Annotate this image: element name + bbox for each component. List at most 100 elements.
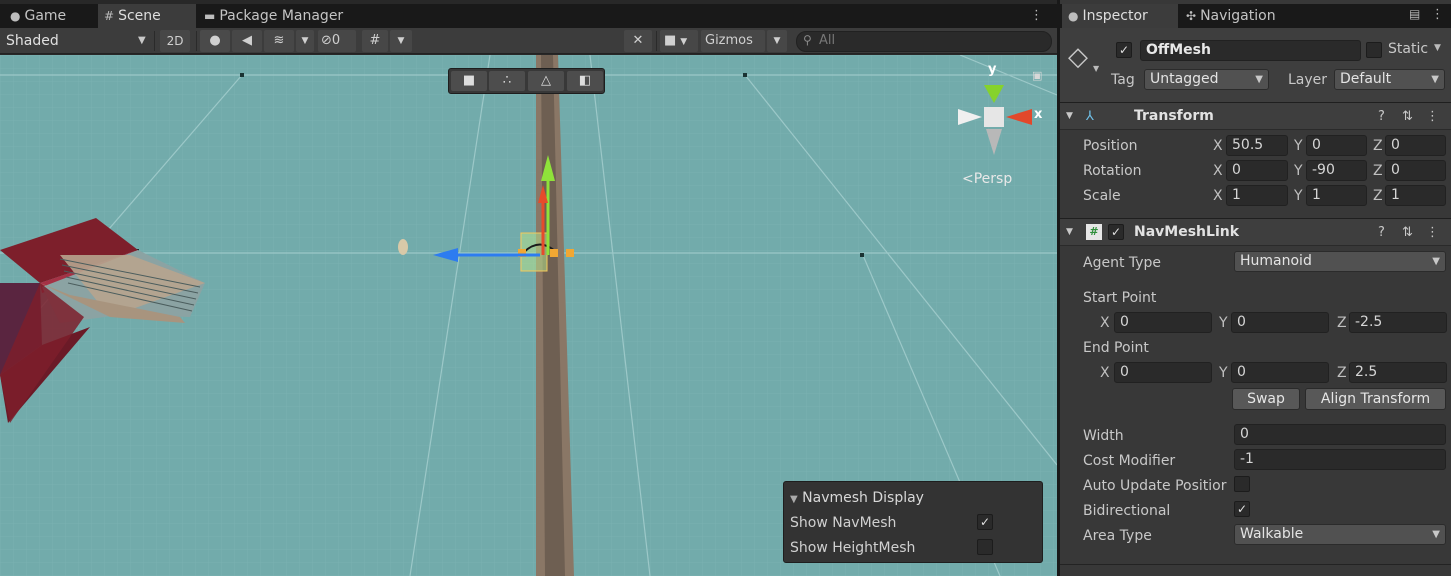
tab-navigation[interactable]: ✣ Navigation: [1180, 4, 1298, 28]
tag-label: Tag: [1111, 72, 1135, 88]
search-icon: ⚲: [803, 33, 812, 47]
chevron-down-icon: ▼: [1431, 74, 1439, 85]
chevron-down-icon: ▼: [1432, 256, 1440, 267]
preset-icon[interactable]: ⇅: [1402, 109, 1413, 124]
help-icon[interactable]: ?: [1378, 225, 1385, 240]
package-icon: ▬: [204, 9, 216, 23]
static-checkbox[interactable]: [1366, 42, 1382, 58]
chevron-down-icon[interactable]: ▼: [1093, 64, 1099, 73]
tab-inspector[interactable]: ● Inspector: [1062, 4, 1178, 28]
scale-z-field[interactable]: 1: [1385, 185, 1446, 206]
object-name-field[interactable]: OffMesh: [1140, 40, 1361, 61]
scene-panel: ● Game # Scene ▬ Package Manager ⋮ Shaded ▼…: [0, 0, 1057, 576]
layers-icon: ≋: [273, 33, 285, 48]
chevron-down-icon: ▼: [1255, 74, 1263, 85]
end-x-field[interactable]: 0: [1114, 362, 1212, 383]
end-z-field[interactable]: 2.5: [1349, 362, 1447, 383]
effects-dropdown-button[interactable]: ▼: [296, 30, 314, 52]
grid-dropdown-button[interactable]: ▼: [390, 30, 412, 52]
persp-label[interactable]: <Persp: [962, 171, 1012, 187]
lock-icon[interactable]: ▤: [1409, 7, 1420, 21]
lighting-toggle-button[interactable]: ●: [200, 30, 230, 52]
chevron-down-icon: ▼: [680, 37, 688, 47]
layer-label: Layer: [1288, 72, 1328, 88]
gizmo-x-label: x: [1034, 107, 1043, 122]
tab-game[interactable]: ● Game: [4, 4, 96, 28]
camera-settings-button[interactable]: ■ ▼: [660, 30, 698, 52]
more-options-icon[interactable]: ⋮: [1426, 225, 1439, 240]
position-x-field[interactable]: 50.5: [1226, 135, 1288, 156]
position-z-field[interactable]: 0: [1385, 135, 1446, 156]
tag-dropdown[interactable]: Untagged ▼: [1144, 69, 1269, 90]
area-type-dropdown[interactable]: Walkable ▼: [1234, 524, 1446, 545]
editor-tab-bar: ● Game # Scene ▬ Package Manager ⋮: [0, 4, 1057, 28]
chevron-down-icon: ▼: [397, 36, 405, 46]
help-icon[interactable]: ?: [1378, 109, 1385, 124]
2d-toggle-button[interactable]: 2D: [160, 30, 190, 52]
overlay-header[interactable]: ▼ Navmesh Display: [790, 490, 924, 506]
align-transform-button[interactable]: Align Transform: [1305, 388, 1446, 410]
grid-toggle-button[interactable]: #: [362, 30, 388, 52]
more-options-icon[interactable]: ⋮: [1030, 8, 1043, 23]
chevron-down-icon: ▼: [1432, 529, 1440, 540]
search-input[interactable]: ⚲ All: [796, 31, 1052, 52]
chevron-down-icon[interactable]: ▼: [1434, 43, 1441, 53]
start-z-field[interactable]: -2.5: [1349, 312, 1447, 333]
scale-x-field[interactable]: 1: [1226, 185, 1288, 206]
cube-icon[interactable]: ■: [451, 71, 487, 91]
rotation-z-field[interactable]: 0: [1385, 160, 1446, 181]
effects-toggle-button[interactable]: ≋: [264, 30, 294, 52]
chevron-down-icon: ▼: [301, 36, 309, 46]
show-navmesh-label: Show NavMesh: [790, 515, 897, 531]
end-y-field[interactable]: 0: [1231, 362, 1329, 383]
cost-modifier-field[interactable]: -1: [1234, 449, 1446, 470]
shading-mode-dropdown[interactable]: Shaded ▼: [0, 28, 152, 54]
collapse-arrow-icon: ▼: [1066, 111, 1073, 121]
tools-button[interactable]: ✕: [624, 30, 652, 52]
edge-icon[interactable]: △: [528, 71, 564, 91]
rotation-x-field[interactable]: 0: [1226, 160, 1288, 181]
collapse-arrow-icon: ▼: [1066, 227, 1073, 237]
inspector-panel: ● Inspector ✣ Navigation ▤ ⋮ ◇ ▼ ✓ OffMesh…: [1060, 0, 1451, 576]
audio-toggle-button[interactable]: ◀: [232, 30, 262, 52]
toolbar-divider: [656, 31, 657, 51]
start-x-field[interactable]: 0: [1114, 312, 1212, 333]
agent-type-label: Agent Type: [1083, 255, 1162, 271]
active-checkbox[interactable]: ✓: [1116, 42, 1132, 58]
rotation-y-field[interactable]: -90: [1306, 160, 1367, 181]
agent-type-dropdown[interactable]: Humanoid ▼: [1234, 251, 1446, 272]
lock-icon[interactable]: ▣: [1032, 69, 1042, 82]
script-icon: #: [1086, 224, 1102, 240]
auto-update-checkbox[interactable]: [1234, 476, 1250, 492]
start-y-field[interactable]: 0: [1231, 312, 1329, 333]
bidirectional-checkbox[interactable]: ✓: [1234, 501, 1250, 517]
gamepad-icon: ●: [10, 9, 21, 23]
gizmos-button[interactable]: Gizmos: [701, 30, 765, 52]
hidden-objects-button[interactable]: ⊘0: [318, 30, 356, 52]
gizmos-dropdown-button[interactable]: ▼: [767, 30, 787, 52]
more-options-icon[interactable]: ⋮: [1426, 109, 1439, 124]
show-heightmesh-checkbox[interactable]: [977, 539, 993, 555]
gizmo-y-label: y: [988, 62, 997, 77]
tool-selector: ■ ∴ △ ◧: [448, 68, 605, 94]
chevron-down-icon: ▼: [773, 36, 781, 46]
collapse-arrow-icon: ▼: [790, 494, 798, 505]
width-field[interactable]: 0: [1234, 424, 1446, 445]
show-navmesh-checkbox[interactable]: ✓: [977, 514, 993, 530]
preset-icon[interactable]: ⇅: [1402, 225, 1413, 240]
tab-package-manager[interactable]: ▬ Package Manager: [198, 4, 368, 28]
checkmark-icon: ✓: [1108, 224, 1124, 240]
navmeshlink-header[interactable]: ▼ # ✓ NavMeshLink ? ⇅ ⋮: [1060, 218, 1451, 246]
scale-y-field[interactable]: 1: [1306, 185, 1367, 206]
auto-update-label: Auto Update Positior: [1083, 478, 1227, 494]
face-icon[interactable]: ◧: [567, 71, 603, 91]
swap-button[interactable]: Swap: [1232, 388, 1300, 410]
transform-header[interactable]: ▼ ⅄ Transform ? ⇅ ⋮: [1060, 102, 1451, 130]
tab-scene[interactable]: # Scene: [98, 4, 196, 28]
agent-capsule: [398, 239, 408, 255]
more-options-icon[interactable]: ⋮: [1431, 7, 1444, 22]
vertex-icon[interactable]: ∴: [489, 71, 525, 91]
component-enabled-checkbox[interactable]: ✓: [1108, 224, 1124, 240]
layer-dropdown[interactable]: Default ▼: [1334, 69, 1445, 90]
position-y-field[interactable]: 0: [1306, 135, 1367, 156]
